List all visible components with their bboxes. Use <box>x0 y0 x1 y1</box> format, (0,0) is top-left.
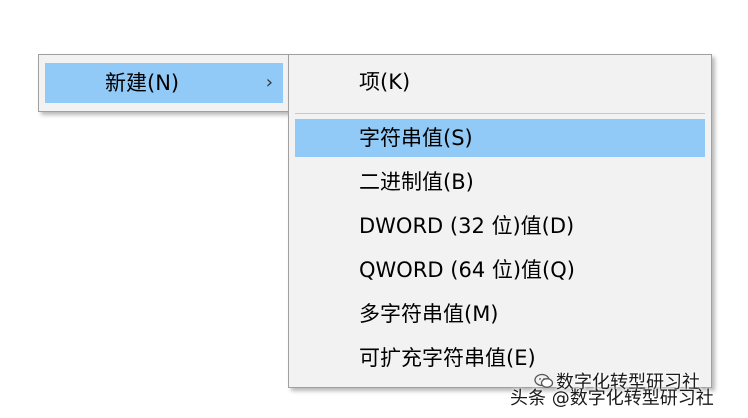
context-menu: 新建(N) › <box>38 54 290 112</box>
submenu-item-binary-value[interactable]: 二进制值(B) <box>295 163 705 201</box>
desktop-background: { "parent_menu": { "items": [ { "label":… <box>0 0 748 418</box>
submenu-item-label: DWORD (32 位)值(D) <box>359 214 575 238</box>
chevron-right-icon: › <box>265 72 273 93</box>
submenu-item-label: 字符串值(S) <box>359 126 473 150</box>
menu-item-new[interactable]: 新建(N) › <box>45 63 283 103</box>
submenu-item-label: 项(K) <box>359 70 411 94</box>
watermark-line2: 头条 @数字化转型研习社 <box>510 388 714 409</box>
new-submenu: 项(K) 字符串值(S) 二进制值(B) DWORD (32 位)值(D) QW… <box>288 54 712 388</box>
menu-separator <box>295 113 705 114</box>
submenu-item-multi-string-value[interactable]: 多字符串值(M) <box>295 295 705 333</box>
submenu-item-qword-value[interactable]: QWORD (64 位)值(Q) <box>295 251 705 289</box>
submenu-item-label: 多字符串值(M) <box>359 302 499 326</box>
menu-item-label: 新建(N) <box>105 71 180 95</box>
submenu-item-label: QWORD (64 位)值(Q) <box>359 258 575 282</box>
submenu-item-label: 二进制值(B) <box>359 170 474 194</box>
submenu-item-dword-value[interactable]: DWORD (32 位)值(D) <box>295 207 705 245</box>
submenu-item-string-value[interactable]: 字符串值(S) <box>295 119 705 157</box>
submenu-item-key[interactable]: 项(K) <box>295 63 705 101</box>
submenu-item-label: 可扩充字符串值(E) <box>359 346 536 370</box>
